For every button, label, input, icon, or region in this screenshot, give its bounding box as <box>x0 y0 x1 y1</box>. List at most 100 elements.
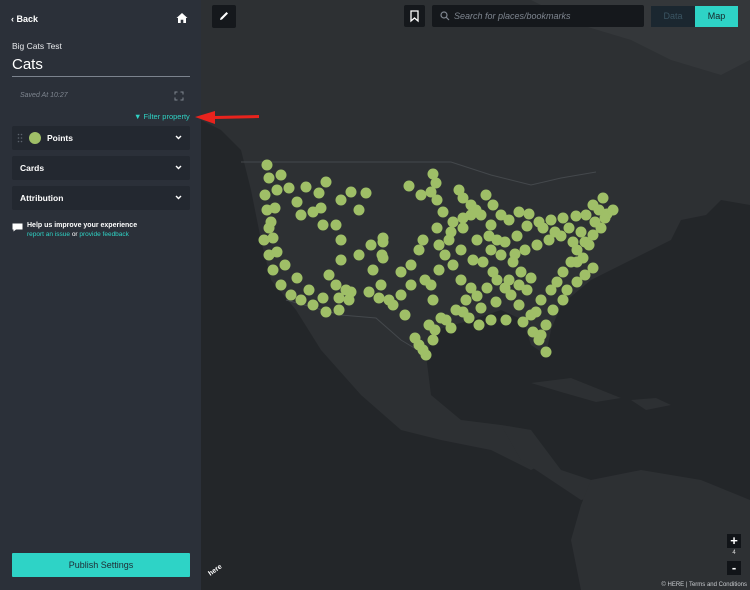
map-point[interactable] <box>531 239 543 251</box>
map-point[interactable] <box>540 319 552 331</box>
map-view[interactable]: Data Map + 4 - here © HERE | Terms and C… <box>201 0 750 590</box>
map-point[interactable] <box>269 202 281 214</box>
map-point[interactable] <box>483 230 495 242</box>
map-point[interactable] <box>279 259 291 271</box>
publish-settings-button[interactable]: Publish Settings <box>12 553 190 577</box>
map-point[interactable] <box>330 279 342 291</box>
report-issue-link[interactable]: report an issue <box>27 231 70 238</box>
map-point[interactable] <box>285 289 297 301</box>
map-point[interactable] <box>439 249 451 261</box>
map-point[interactable] <box>460 294 472 306</box>
map-point[interactable] <box>471 234 483 246</box>
attribution-panel[interactable]: Attribution <box>12 186 190 210</box>
map-point[interactable] <box>365 239 377 251</box>
map-point[interactable] <box>477 256 489 268</box>
map-point[interactable] <box>437 206 449 218</box>
map-point[interactable] <box>455 244 467 256</box>
map-point[interactable] <box>330 219 342 231</box>
map-point[interactable] <box>500 314 512 326</box>
map-point[interactable] <box>583 239 595 251</box>
map-point[interactable] <box>535 329 547 341</box>
map-point[interactable] <box>263 172 275 184</box>
map-point[interactable] <box>513 279 525 291</box>
map-point[interactable] <box>471 290 483 302</box>
map-point[interactable] <box>561 284 573 296</box>
map-point[interactable] <box>457 306 469 318</box>
map-point[interactable] <box>335 234 347 246</box>
map-point[interactable] <box>295 209 307 221</box>
map-point[interactable] <box>575 226 587 238</box>
map-point[interactable] <box>261 159 273 171</box>
map-point[interactable] <box>333 292 345 304</box>
map-point[interactable] <box>259 189 271 201</box>
zoom-in-button[interactable]: + <box>727 534 741 548</box>
map-point[interactable] <box>427 294 439 306</box>
map-point[interactable] <box>499 282 511 294</box>
map-point[interactable] <box>545 284 557 296</box>
cards-panel[interactable]: Cards <box>12 156 190 180</box>
map-point[interactable] <box>447 259 459 271</box>
map-point[interactable] <box>525 309 537 321</box>
project-title-input[interactable]: Cats <box>12 56 190 77</box>
map-point[interactable] <box>399 309 411 321</box>
map-point[interactable] <box>263 222 275 234</box>
map-point[interactable] <box>317 219 329 231</box>
map-point[interactable] <box>499 236 511 248</box>
map-point[interactable] <box>323 269 335 281</box>
map-point[interactable] <box>320 306 332 318</box>
map-point[interactable] <box>267 264 279 276</box>
filter-property-link[interactable]: ▼ Filter property <box>134 112 190 121</box>
map-point[interactable] <box>413 244 425 256</box>
map-point[interactable] <box>495 249 507 261</box>
map-point[interactable] <box>521 220 533 232</box>
map-point[interactable] <box>545 214 557 226</box>
map-point[interactable] <box>303 284 315 296</box>
map-point[interactable] <box>405 259 417 271</box>
map-point[interactable] <box>540 346 552 358</box>
tab-data[interactable]: Data <box>651 6 695 27</box>
tab-map[interactable]: Map <box>695 6 738 27</box>
map-point[interactable] <box>570 210 582 222</box>
map-point[interactable] <box>395 266 407 278</box>
map-point[interactable] <box>275 169 287 181</box>
map-point[interactable] <box>295 294 307 306</box>
map-point[interactable] <box>345 286 357 298</box>
map-point[interactable] <box>415 189 427 201</box>
map-point[interactable] <box>523 208 535 220</box>
map-point[interactable] <box>360 187 372 199</box>
map-point[interactable] <box>485 244 497 256</box>
map-point[interactable] <box>457 222 469 234</box>
map-point[interactable] <box>427 168 439 180</box>
map-point[interactable] <box>271 246 283 258</box>
map-point[interactable] <box>519 244 531 256</box>
map-point[interactable] <box>480 189 492 201</box>
map-point[interactable] <box>455 274 467 286</box>
map-point[interactable] <box>587 199 599 211</box>
map-point[interactable] <box>417 234 429 246</box>
map-point[interactable] <box>353 204 365 216</box>
map-point[interactable] <box>433 239 445 251</box>
map-point[interactable] <box>345 186 357 198</box>
map-point[interactable] <box>587 262 599 274</box>
map-point[interactable] <box>405 279 417 291</box>
map-point[interactable] <box>557 294 569 306</box>
map-point[interactable] <box>491 274 503 286</box>
map-point[interactable] <box>597 192 609 204</box>
map-point[interactable] <box>395 289 407 301</box>
map-point[interactable] <box>467 254 479 266</box>
map-point[interactable] <box>485 314 497 326</box>
map-point[interactable] <box>429 324 441 336</box>
map-point[interactable] <box>525 272 537 284</box>
map-point[interactable] <box>485 219 497 231</box>
map-point[interactable] <box>387 299 399 311</box>
map-point[interactable] <box>267 232 279 244</box>
map-point[interactable] <box>375 279 387 291</box>
edit-button[interactable] <box>212 5 236 28</box>
map-point[interactable] <box>307 299 319 311</box>
map-point[interactable] <box>333 304 345 316</box>
map-point[interactable] <box>291 196 303 208</box>
provide-feedback-link[interactable]: provide feedback <box>79 231 129 238</box>
map-point[interactable] <box>433 264 445 276</box>
back-button[interactable]: ‹ Back <box>11 14 38 24</box>
map-point[interactable] <box>427 334 439 346</box>
